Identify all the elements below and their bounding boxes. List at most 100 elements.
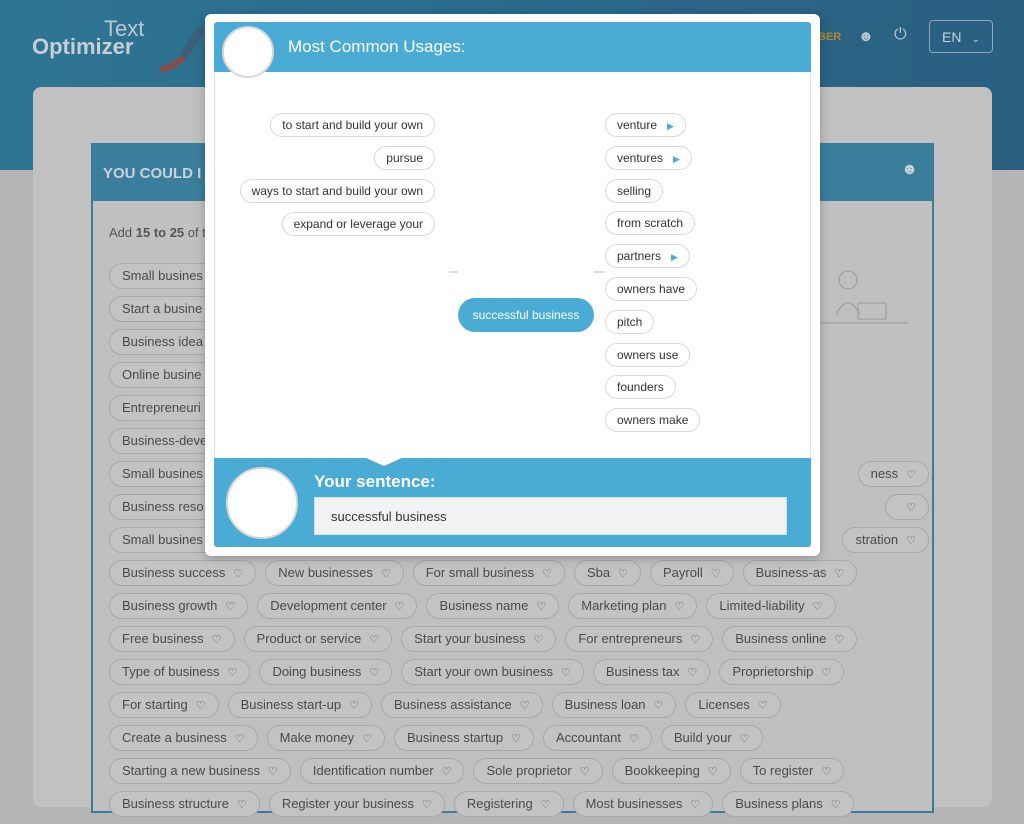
keyword-tag[interactable]: Business tax ♡ [592,659,711,685]
heart-icon[interactable]: ♡ [225,601,235,613]
keyword-tag[interactable]: Business reso [109,494,219,520]
keyword-tag[interactable]: stration ♡ [842,527,929,553]
help-user-icon[interactable]: ☻ [901,161,918,179]
keyword-tag[interactable]: Sole proprietor ♡ [473,758,603,784]
keyword-tag[interactable]: Business name ♡ [426,593,560,619]
sentence-input[interactable]: successful business [314,497,787,535]
keyword-tag[interactable]: Start your own business ♡ [401,659,584,685]
language-select[interactable]: EN ⌄ [929,20,993,53]
keyword-tag[interactable]: Bookkeeping ♡ [611,758,731,784]
heart-icon[interactable]: ♡ [395,601,405,613]
keyword-tag[interactable]: Accountant ♡ [542,725,652,751]
heart-icon[interactable]: ♡ [542,568,552,580]
keyword-tag[interactable]: Small busines [109,263,219,289]
right-usage-node[interactable]: ventures ▶ [605,145,692,170]
keyword-tag[interactable]: Development center ♡ [257,593,418,619]
heart-icon[interactable]: ♡ [233,568,243,580]
right-usage-node[interactable]: selling [605,178,664,203]
heart-icon[interactable]: ♡ [237,799,247,811]
heart-icon[interactable]: ♡ [349,700,359,712]
heart-icon[interactable]: ♡ [758,700,768,712]
keyword-tag[interactable]: Business start-up ♡ [227,692,372,718]
keyword-tag[interactable]: Registering ♡ [453,791,564,817]
keyword-tag[interactable]: For entrepreneurs ♡ [565,626,714,652]
keyword-tag[interactable]: ♡ [885,494,929,520]
keyword-tag[interactable]: Most businesses ♡ [572,791,714,817]
keyword-tag[interactable]: Payroll ♡ [650,560,734,586]
heart-icon[interactable]: ♡ [561,667,571,679]
left-usage-node[interactable]: ways to start and build your own [239,179,435,203]
keyword-tag[interactable]: Marketing plan ♡ [568,593,698,619]
heart-icon[interactable]: ♡ [831,799,841,811]
heart-icon[interactable]: ♡ [212,634,222,646]
heart-icon[interactable]: ♡ [834,568,844,580]
keyword-tag[interactable]: Sba ♡ [573,560,641,586]
heart-icon[interactable]: ♡ [688,667,698,679]
keyword-tag[interactable]: Start your business ♡ [401,626,557,652]
keyword-tag[interactable]: Licenses ♡ [685,692,781,718]
left-usage-node[interactable]: expand or leverage your [281,212,435,236]
heart-icon[interactable]: ♡ [906,469,916,481]
heart-icon[interactable]: ♡ [740,733,750,745]
keyword-tag[interactable]: Starting a new business ♡ [109,758,291,784]
heart-icon[interactable]: ♡ [196,700,206,712]
keyword-tag[interactable]: Business plans ♡ [722,791,854,817]
keyword-tag[interactable]: Business startup ♡ [393,725,534,751]
keyword-tag[interactable]: Business online ♡ [722,626,858,652]
heart-icon[interactable]: ♡ [708,766,718,778]
keyword-tag[interactable]: Business loan ♡ [551,692,677,718]
heart-icon[interactable]: ♡ [834,634,844,646]
heart-icon[interactable]: ♡ [235,733,245,745]
right-usage-node[interactable]: venture ▶ [605,113,686,137]
right-usage-node[interactable]: owners use [605,342,691,367]
keyword-tag[interactable]: Business success ♡ [109,560,257,586]
heart-icon[interactable]: ♡ [541,799,551,811]
heart-icon[interactable]: ♡ [629,733,639,745]
keyword-tag[interactable]: Free business ♡ [109,626,235,652]
user-icon[interactable]: ☻ [858,28,874,45]
heart-icon[interactable]: ♡ [580,766,590,778]
keyword-tag[interactable]: Business idea [109,329,219,355]
left-usage-node[interactable]: pursue [374,146,435,170]
heart-icon[interactable]: ♡ [690,799,700,811]
keyword-tag[interactable]: Type of business ♡ [109,659,251,685]
keyword-tag[interactable]: Small busines [109,461,219,487]
heart-icon[interactable]: ♡ [369,634,379,646]
heart-icon[interactable]: ♡ [536,601,546,613]
keyword-tag[interactable]: Product or service ♡ [243,626,393,652]
heart-icon[interactable]: ♡ [520,700,530,712]
right-usage-node[interactable]: partners ▶ [605,244,690,269]
left-usage-node[interactable]: to start and build your own [270,113,435,137]
heart-icon[interactable]: ♡ [821,766,831,778]
right-usage-node[interactable]: pitch [605,309,655,334]
heart-icon[interactable]: ♡ [228,667,238,679]
keyword-tag[interactable]: Doing business ♡ [259,659,393,685]
expand-arrow-icon[interactable]: ▶ [667,121,674,131]
right-usage-node[interactable]: founders [605,375,676,400]
keyword-tag[interactable]: Start a busine [109,296,219,322]
keyword-tag[interactable]: Identification number ♡ [299,758,465,784]
keyword-tag[interactable]: New businesses ♡ [265,560,404,586]
keyword-tag[interactable]: Register your business ♡ [268,791,445,817]
keyword-tag[interactable]: Create a business ♡ [109,725,258,751]
keyword-tag[interactable]: Online busine [109,362,219,388]
keyword-tag[interactable]: Entrepreneuri [109,395,219,421]
heart-icon[interactable]: ♡ [381,568,391,580]
keyword-tag[interactable]: Limited-liability ♡ [706,593,836,619]
keyword-tag[interactable]: ness ♡ [857,461,929,487]
heart-icon[interactable]: ♡ [442,766,452,778]
keyword-tag[interactable]: Proprietorship ♡ [719,659,845,685]
heart-icon[interactable]: ♡ [422,799,432,811]
keyword-tag[interactable]: To register ♡ [739,758,845,784]
heart-icon[interactable]: ♡ [813,601,823,613]
keyword-tag[interactable]: For small business ♡ [412,560,565,586]
heart-icon[interactable]: ♡ [533,634,543,646]
keyword-tag[interactable]: Make money ♡ [266,725,385,751]
heart-icon[interactable]: ♡ [618,568,628,580]
heart-icon[interactable]: ♡ [690,634,700,646]
keyword-tag[interactable]: Business structure ♡ [109,791,260,817]
keyword-tag[interactable]: Business-deve [109,428,219,454]
center-node[interactable]: successful business [458,298,594,332]
keyword-tag[interactable]: Business-as ♡ [742,560,858,586]
heart-icon[interactable]: ♡ [369,667,379,679]
